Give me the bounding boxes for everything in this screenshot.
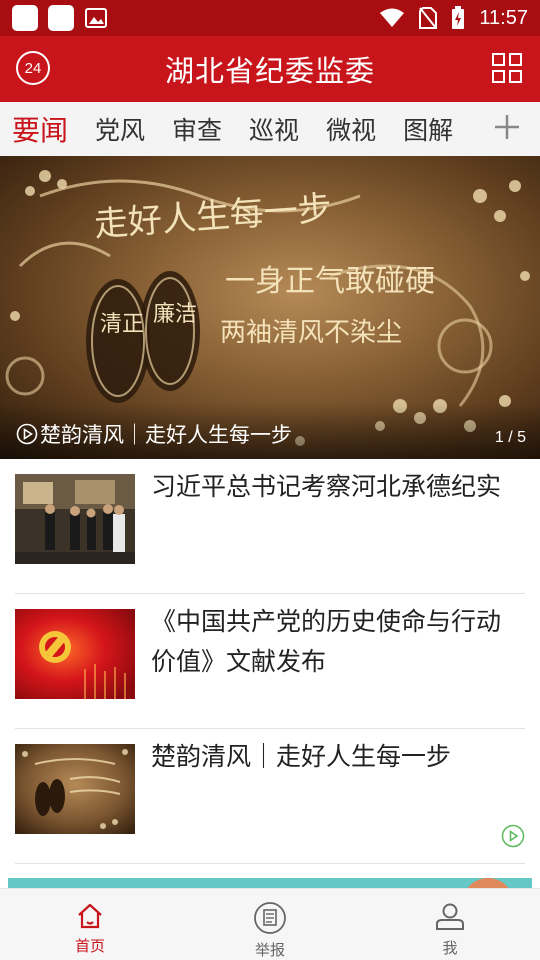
add-channel-icon[interactable] bbox=[492, 112, 522, 142]
no-sim-icon bbox=[419, 7, 438, 29]
play-icon bbox=[16, 423, 38, 445]
tab-party-style[interactable]: 党风 bbox=[95, 111, 145, 147]
tab-inspection[interactable]: 巡视 bbox=[249, 111, 299, 147]
news-item-3[interactable]: 楚韵清风｜走好人生每一步 bbox=[15, 729, 525, 863]
image-icon bbox=[84, 7, 108, 29]
news-thumbnail bbox=[15, 474, 135, 564]
nav-home[interactable]: 首页 bbox=[0, 889, 180, 960]
divider bbox=[15, 863, 525, 864]
channel-tabs: 要闻 党风 审查 巡视 微视 图解 bbox=[0, 102, 540, 156]
banner-art-line1: 走好人生每一步 bbox=[93, 188, 333, 245]
news-title: 习近平总书记考察河北承德纪实 bbox=[151, 472, 502, 501]
24-hour-icon[interactable]: 24 bbox=[16, 51, 50, 85]
tab-illustrated[interactable]: 图解 bbox=[403, 111, 453, 147]
tab-micro-video[interactable]: 微视 bbox=[326, 111, 376, 147]
nav-report[interactable]: 举报 bbox=[180, 889, 360, 960]
tab-headlines[interactable]: 要闻 bbox=[12, 109, 68, 149]
banner-pager: 1 / 5 bbox=[494, 429, 526, 446]
banner-art-foot-left: 清正 bbox=[100, 312, 144, 337]
news-thumbnail bbox=[15, 609, 135, 699]
home-icon bbox=[78, 903, 102, 929]
notification-icon bbox=[48, 5, 74, 31]
banner-art-line3: 两袖清风不染尘 bbox=[220, 318, 402, 348]
nav-home-label: 首页 bbox=[74, 937, 105, 955]
news-title: 《中国共产党的历史使命与行动价值》文献发布 bbox=[151, 607, 502, 676]
wifi-icon bbox=[380, 8, 405, 27]
banner-caption-text: 楚韵清风｜走好人生每一步 bbox=[40, 423, 292, 447]
nav-me-label: 我 bbox=[442, 939, 458, 957]
battery-charging-icon bbox=[452, 6, 465, 29]
page-title: 湖北省纪委监委 bbox=[164, 54, 375, 88]
video-play-icon bbox=[501, 824, 525, 848]
grid-menu-icon[interactable] bbox=[492, 53, 522, 83]
bottom-nav: 首页 举报 我 bbox=[0, 888, 540, 960]
tab-investigation[interactable]: 审查 bbox=[172, 111, 222, 147]
banner-art-line2: 一身正气敢碰硬 bbox=[225, 264, 435, 299]
status-time: 11:57 bbox=[479, 6, 528, 29]
banner-carousel[interactable]: 清正 廉洁 走好人生每一步 一身正气敢碰硬 两袖清风不染尘 楚韵清风｜走好人生每… bbox=[0, 156, 540, 459]
news-title: 楚韵清风｜走好人生每一步 bbox=[151, 742, 452, 771]
banner-art-foot-right: 廉洁 bbox=[153, 302, 197, 327]
report-icon bbox=[254, 902, 286, 934]
banner-caption[interactable]: 楚韵清风｜走好人生每一步 bbox=[16, 419, 292, 449]
nav-me[interactable]: 我 bbox=[360, 889, 540, 960]
nav-report-label: 举报 bbox=[254, 941, 285, 959]
user-icon bbox=[436, 903, 464, 930]
news-item-2[interactable]: 《中国共产党的历史使命与行动价值》文献发布 bbox=[15, 594, 525, 728]
app-header: 24 湖北省纪委监委 bbox=[0, 36, 540, 102]
notification-icon bbox=[12, 5, 38, 31]
badge-label: 24 bbox=[24, 59, 42, 77]
news-item-1[interactable]: 习近平总书记考察河北承德纪实 bbox=[15, 459, 525, 593]
news-thumbnail bbox=[15, 744, 135, 834]
status-bar: 11:57 bbox=[0, 0, 540, 36]
